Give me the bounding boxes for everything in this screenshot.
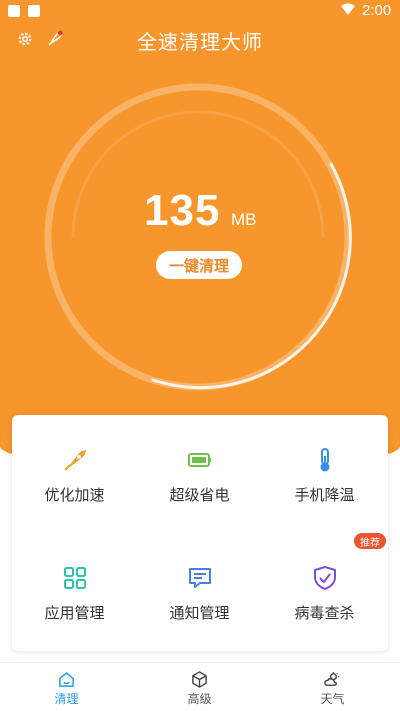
notification-icon: [8, 5, 20, 17]
tab-label: 高级: [187, 692, 212, 706]
virus-scan-tile[interactable]: 病毒查杀: [262, 533, 387, 651]
tile-label: 应用管理: [44, 604, 105, 622]
storage-unit: MB: [231, 210, 257, 229]
tile-label: 手机降温: [294, 486, 355, 504]
wifi-icon: [341, 3, 355, 15]
tile-label: 超级省电: [169, 486, 230, 504]
one-key-clean-button[interactable]: 一键清理: [156, 251, 242, 279]
phone-cooling-tile[interactable]: 手机降温: [262, 415, 387, 533]
app-management-tile[interactable]: 应用管理: [12, 533, 137, 651]
app-title: 全速清理大师: [137, 30, 263, 54]
tile-label: 优化加速: [44, 486, 105, 504]
tab-label: 清理: [54, 692, 79, 706]
battery-icon: [188, 453, 211, 467]
status-bar: 2:00: [0, 0, 400, 24]
tab-clean[interactable]: 清理: [0, 663, 133, 711]
cube-icon: [192, 671, 207, 688]
grid-icon: [64, 567, 86, 589]
notification-icon: [28, 5, 40, 17]
home-icon: [59, 672, 74, 687]
function-card: 优化加速 超级省电 手机降温 应用管理 通知管理 病毒查杀: [12, 415, 388, 651]
shield-check-icon: [314, 566, 336, 590]
storage-value: 135: [144, 186, 221, 235]
tab-advanced[interactable]: 高级: [133, 663, 266, 711]
message-icon: [189, 568, 211, 588]
super-power-save-tile[interactable]: 超级省电: [137, 415, 262, 533]
weather-icon: [324, 671, 340, 686]
tile-label: 通知管理: [169, 604, 230, 622]
notification-management-tile[interactable]: 通知管理: [137, 533, 262, 651]
tab-weather[interactable]: 天气: [266, 663, 399, 711]
tile-label: 病毒查杀: [294, 604, 355, 622]
tab-label: 天气: [320, 692, 345, 706]
optimize-boost-tile[interactable]: 优化加速: [12, 415, 137, 533]
thermometer-icon: [320, 448, 330, 472]
storage-ring: [44, 83, 352, 391]
hero-panel: 2:00 全速清理大师 135 MB 一键清理: [0, 0, 400, 470]
rocket-icon: [64, 450, 86, 471]
bottom-nav: 清理 高级 天气: [0, 662, 400, 711]
status-time: 2:00: [362, 2, 392, 19]
recommend-badge: 推荐: [354, 533, 386, 549]
